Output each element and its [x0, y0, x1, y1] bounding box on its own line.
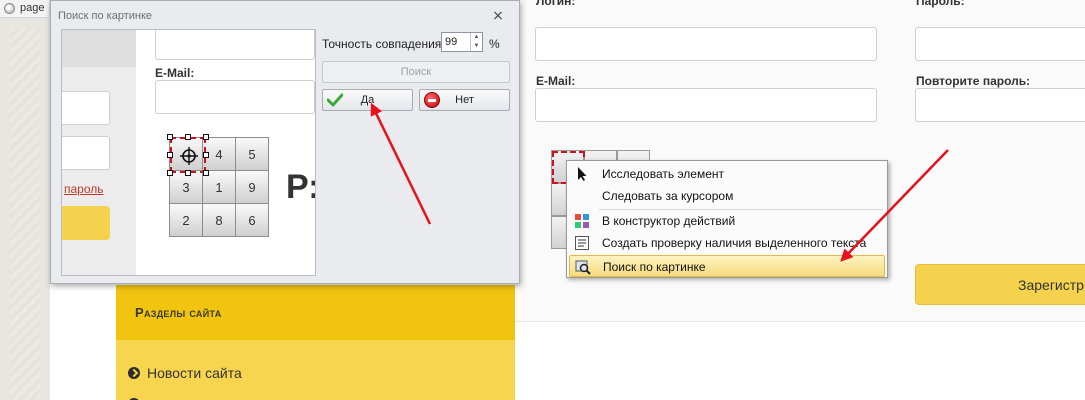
preview-left-field	[62, 136, 110, 170]
browser-tab-title: page	[20, 2, 45, 14]
close-icon[interactable]: ⨯	[491, 8, 505, 23]
keypad-key: 2	[169, 203, 203, 237]
keypad-key: 5	[235, 137, 269, 171]
resize-handle[interactable]	[203, 170, 209, 176]
spin-up-icon[interactable]: ▲	[471, 33, 482, 42]
sidebar-item-news[interactable]: Новости сайта	[128, 365, 242, 381]
preview-heading-fragment: Р:	[286, 168, 315, 206]
percent-label: %	[489, 37, 500, 51]
dialog-titlebar[interactable]: Поиск по картинке ⨯	[51, 1, 519, 29]
image-search-dialog: Поиск по картинке ⨯ E-Mail: пароль Р: 4 …	[50, 0, 520, 284]
preview-yellow-button	[62, 206, 110, 240]
email-label: E-Mail:	[536, 74, 576, 88]
menu-item-image-search[interactable]: Поиск по картинке	[569, 255, 885, 277]
cursor-icon	[578, 167, 587, 181]
yes-button[interactable]: Да	[322, 89, 413, 111]
resize-handle[interactable]	[185, 134, 191, 140]
password-label: Пароль:	[916, 0, 965, 8]
preview-email-label: E-Mail:	[155, 66, 195, 80]
search-button[interactable]: Поиск	[322, 61, 510, 83]
crosshair-icon	[180, 147, 198, 165]
menu-item-inspect[interactable]: Исследовать элемент	[569, 163, 885, 185]
menu-item-text-check[interactable]: Создать проверку наличия выделенного тек…	[569, 232, 885, 254]
email-input[interactable]	[535, 88, 877, 122]
sidebar-header: Разделы сайта	[116, 285, 515, 340]
preview-email-field	[155, 80, 315, 114]
text-check-icon	[575, 236, 589, 250]
resize-handle[interactable]	[185, 170, 191, 176]
keypad-key: 6	[235, 203, 269, 237]
password-input[interactable]	[915, 27, 1085, 61]
menu-item-constructor[interactable]: В конструктор действий	[569, 210, 885, 232]
browser-tab[interactable]: page	[0, 0, 50, 18]
stop-icon	[424, 92, 440, 108]
spin-buttons[interactable]: ▲ ▼	[470, 33, 482, 51]
context-menu: Исследовать элемент Следовать за курсоро…	[566, 160, 888, 278]
resize-handle[interactable]	[167, 134, 173, 140]
resize-handle[interactable]	[203, 134, 209, 140]
menu-item-follow-cursor[interactable]: Следовать за курсором	[569, 185, 885, 207]
image-preview[interactable]: E-Mail: пароль Р: 4 5 3 1 9 2 8 6	[61, 29, 316, 276]
spin-down-icon[interactable]: ▼	[471, 42, 482, 51]
sidebar-header-title: Разделы сайта	[135, 305, 222, 320]
checkmark-icon	[327, 93, 343, 107]
menu-item-label: Исследовать элемент	[602, 167, 725, 181]
accuracy-label: Точность совпадения:	[322, 37, 445, 51]
page-left-strip	[0, 18, 50, 400]
menu-item-label: Следовать за курсором	[602, 189, 734, 203]
repeat-password-input[interactable]	[915, 88, 1085, 122]
keypad-key: 9	[235, 170, 269, 204]
preview-left-field	[62, 91, 110, 125]
yes-button-label: Да	[360, 94, 375, 106]
menu-item-label: В конструктор действий	[602, 214, 736, 228]
no-button-label: Нет	[455, 94, 474, 106]
search-settings: Точность совпадения: 99 ▲ ▼ % Поиск Да Н…	[316, 29, 519, 276]
accuracy-spinbox[interactable]: 99 ▲ ▼	[441, 32, 483, 52]
image-search-icon	[575, 260, 591, 275]
constructor-icon	[575, 214, 589, 228]
arrow-bullet-icon	[128, 367, 140, 379]
page-blank-area	[515, 322, 1085, 400]
sidebar-item-label: Новости сайта	[147, 365, 242, 381]
login-label: Логин:	[536, 0, 576, 8]
dialog-title: Поиск по картинке	[58, 10, 153, 22]
globe-icon	[4, 3, 15, 14]
preview-login-field	[155, 30, 315, 60]
sidebar: Новости сайта	[116, 340, 515, 400]
selection-box[interactable]	[170, 137, 206, 173]
preview-gray-header	[62, 30, 136, 67]
resize-handle[interactable]	[167, 170, 173, 176]
resize-handle[interactable]	[167, 152, 173, 158]
repeat-password-label: Повторите пароль:	[916, 74, 1031, 88]
resize-handle[interactable]	[203, 152, 209, 158]
menu-item-label: Поиск по картинке	[603, 260, 706, 274]
accuracy-value: 99	[445, 36, 458, 48]
no-button[interactable]: Нет	[419, 89, 510, 111]
register-button[interactable]: Зарегистрироваться	[915, 264, 1085, 305]
keypad-key: 8	[202, 203, 236, 237]
login-input[interactable]	[535, 27, 877, 61]
preview-password-link: пароль	[64, 182, 104, 196]
menu-item-label: Создать проверку наличия выделенного тек…	[602, 236, 867, 250]
